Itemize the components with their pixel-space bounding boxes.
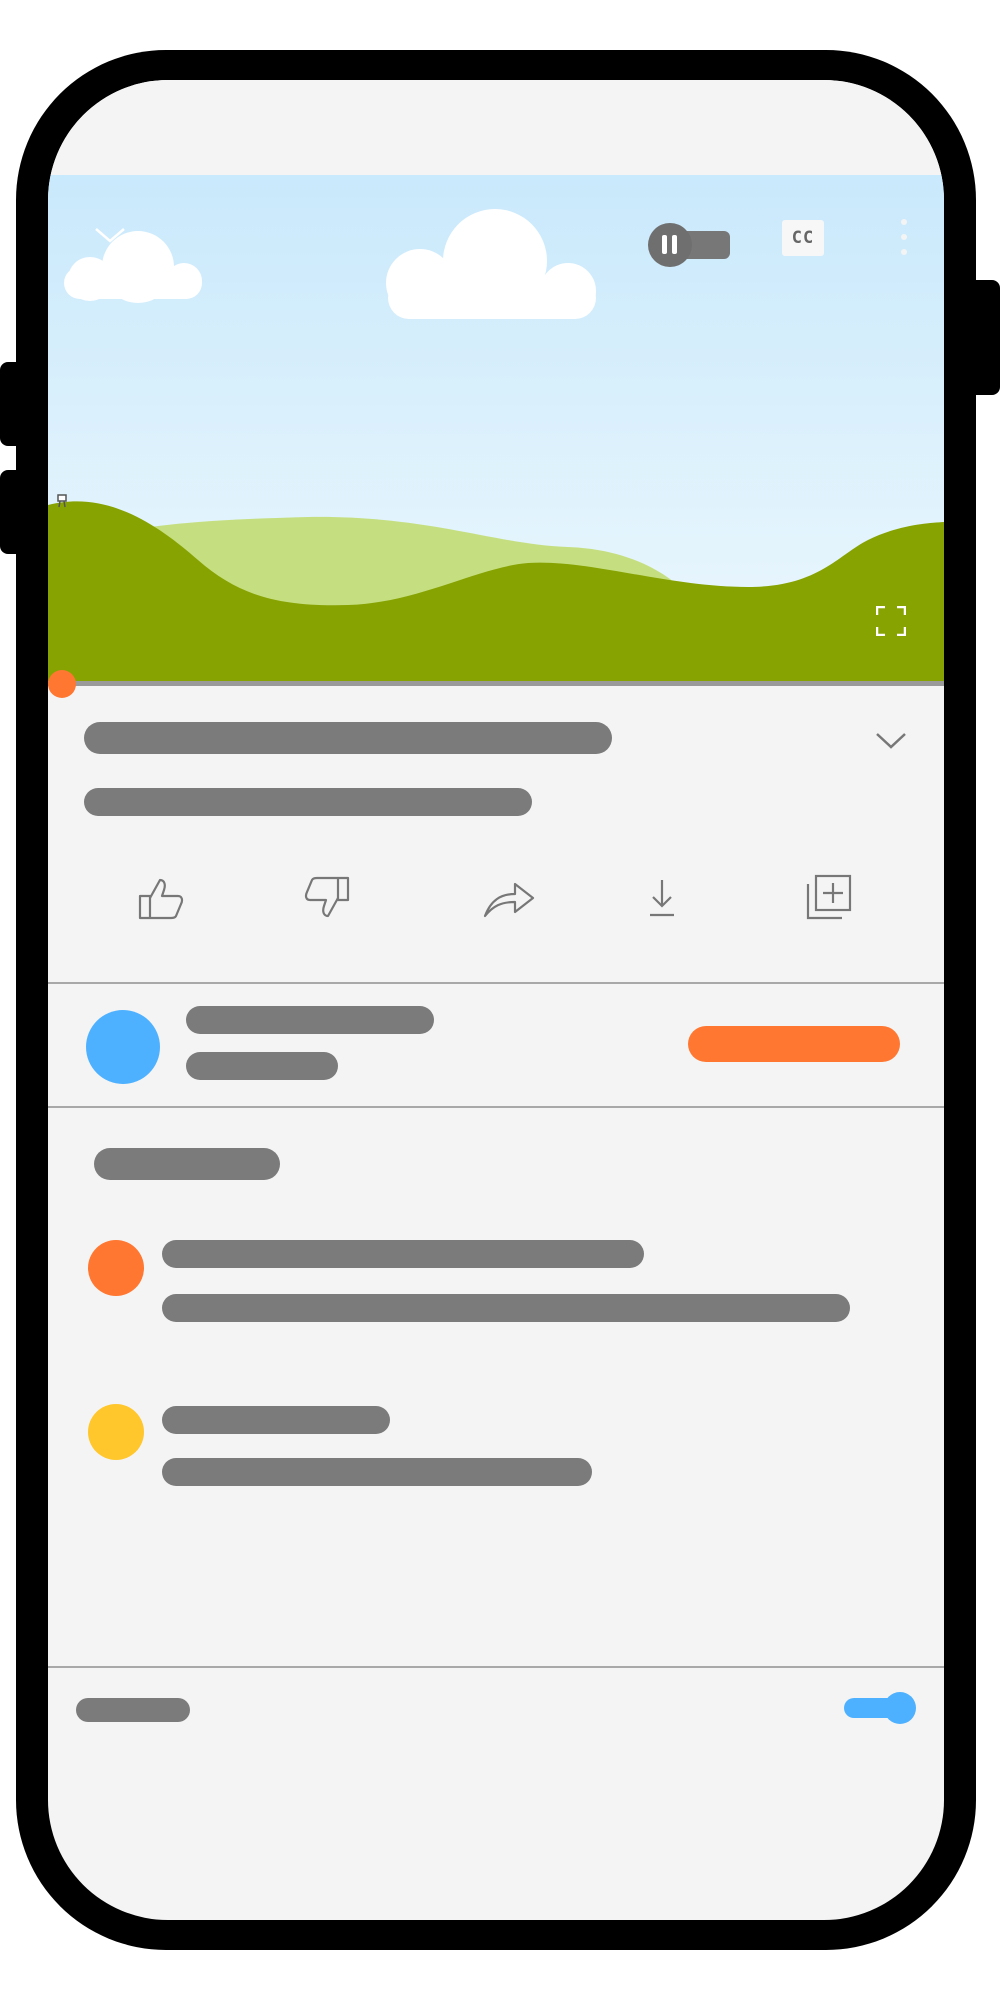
divider-footer — [48, 1666, 944, 1668]
comment-author-placeholder — [162, 1240, 644, 1268]
status-bar — [48, 80, 944, 175]
comment-author-placeholder — [162, 1406, 390, 1434]
autoplay-toggle[interactable] — [844, 1692, 916, 1724]
pause-toggle[interactable] — [648, 223, 730, 267]
commenter-avatar[interactable] — [88, 1404, 144, 1460]
channel-subs-placeholder — [186, 1052, 338, 1080]
divider-actions — [48, 982, 944, 984]
video-title-placeholder — [84, 722, 612, 754]
subscribe-button[interactable] — [688, 1026, 900, 1062]
thumbs-up-icon[interactable] — [138, 876, 184, 920]
phone-screen: CC — [48, 80, 944, 1920]
download-icon[interactable] — [646, 878, 678, 918]
captions-icon[interactable]: CC — [782, 220, 824, 256]
thumbs-down-icon[interactable] — [304, 876, 350, 920]
autoplay-label-placeholder — [76, 1698, 190, 1722]
comments-header-placeholder — [94, 1148, 280, 1180]
autoplay-toggle-knob — [884, 1692, 916, 1724]
progress-track[interactable] — [48, 681, 944, 686]
divider-channel — [48, 1106, 944, 1108]
progress-scrubber[interactable] — [48, 670, 76, 698]
save-to-playlist-icon[interactable] — [806, 874, 852, 920]
commenter-avatar[interactable] — [88, 1240, 144, 1296]
channel-avatar[interactable] — [86, 1010, 160, 1084]
expand-description-icon[interactable] — [874, 730, 908, 752]
more-vert-icon[interactable] — [896, 217, 912, 259]
comment-text-placeholder — [162, 1458, 592, 1486]
video-meta-placeholder — [84, 788, 532, 816]
subscribe-label — [688, 1026, 689, 1027]
comment-text-placeholder — [162, 1294, 850, 1322]
channel-name-placeholder — [186, 1006, 434, 1034]
video-player[interactable]: CC — [48, 175, 944, 682]
share-icon[interactable] — [483, 878, 535, 918]
pause-icon — [648, 223, 692, 267]
captions-label: CC — [791, 228, 815, 248]
